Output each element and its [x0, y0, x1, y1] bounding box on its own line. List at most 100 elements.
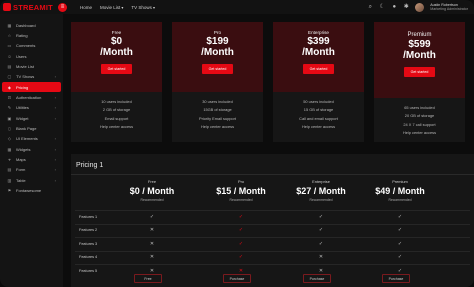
pricing-card-pro: Pro $199 /Month Get started 30 users inc… [172, 22, 263, 142]
card-feature: Help center access [99, 123, 134, 129]
sidebar-item-widgets[interactable]: ▦ Widgets › [2, 144, 61, 154]
card-feature: 24 X 7 call support [403, 121, 436, 127]
sidebar-item-table[interactable]: ▥ Table › [2, 175, 61, 185]
card-feature: Email support [104, 115, 129, 121]
check-icon: ✓ [397, 240, 403, 247]
sidebar-item-dashboard[interactable]: ▦ Dashboard [2, 20, 61, 30]
card-price: $199 [206, 36, 229, 47]
top-nav: Home Movie List TV Shows [80, 5, 155, 10]
cross-icon: ✕ [149, 254, 155, 261]
lock-icon: ⊡ [7, 95, 12, 101]
feature-name: Features 1 [79, 214, 98, 219]
nav-tv-shows[interactable]: TV Shows [131, 5, 155, 10]
pricing-table-panel: Pricing 1 Free $0 / Month Recommended Pro $1… [71, 154, 474, 287]
sidebar-item-widget[interactable]: ▣ Widget › [2, 113, 61, 123]
sidebar-item-maps[interactable]: ⌖ Maps › [2, 154, 61, 164]
grid-icon: ▦ [7, 146, 12, 152]
sidebar-item-label: Fontawesome [16, 188, 42, 194]
widget-icon: ▣ [7, 115, 12, 121]
film-icon: ▤ [7, 64, 12, 70]
card-feature: 65 users included [404, 105, 435, 110]
sidebar-item-label: Utilities [16, 105, 29, 111]
card-plan-name: Pro [213, 30, 222, 35]
sidebar-item-comments[interactable]: ▭ Comments [2, 41, 61, 51]
sidebar-item-ui-elements[interactable]: ◇ UI Elements › [2, 134, 61, 144]
settings-icon[interactable]: ✱ [403, 4, 409, 10]
feature-name: Features 2 [79, 228, 98, 233]
sidebar-item-rating[interactable]: ☆ Rating [2, 30, 61, 40]
sidebar-item-pricing[interactable]: ◈ Pricing [2, 82, 61, 93]
avatar[interactable] [415, 2, 425, 12]
cross-icon: ✕ [238, 267, 244, 274]
tag-icon: ◈ [7, 84, 12, 90]
main-content: Free $0 /Month Get started 10 users incl… [63, 14, 474, 287]
check-icon: ✓ [149, 213, 155, 220]
card-feature: Help center access [200, 123, 235, 129]
purchase-button[interactable]: Purchase [303, 274, 331, 283]
moon-icon[interactable]: ☾ [379, 4, 385, 10]
flag-icon: ⚑ [7, 188, 12, 194]
sidebar-item-utilities[interactable]: ✎ Utilities › [2, 103, 61, 113]
sidebar-item-tv-shows[interactable]: ▢ TV Shows › [2, 72, 61, 82]
card-feature: Help center access [301, 123, 336, 129]
column-header: Free $0 / Month Recommended [122, 179, 182, 202]
table-row: Features 4 ✕ ✓ ✕ ✓ [75, 250, 470, 264]
pricing-card-free: Free $0 /Month Get started 10 users incl… [71, 22, 162, 142]
sidebar-item-label: Pricing [16, 84, 29, 90]
layers-icon: ◇ [7, 136, 12, 142]
chevron-right-icon: › [54, 146, 56, 152]
card-feature: 15GB of storage [203, 107, 232, 113]
check-icon: ✓ [397, 213, 403, 220]
sidebar-item-users[interactable]: ☺ Users [2, 51, 61, 61]
sidebar-item-label: Widget [16, 115, 29, 121]
purchase-button[interactable]: Purchase [223, 274, 251, 283]
column-plan-name: Premium [392, 179, 408, 184]
card-feature: 20 GB of storage [404, 113, 435, 119]
chevron-right-icon: › [54, 74, 56, 80]
chevron-right-icon: › [54, 95, 56, 101]
get-started-button[interactable]: Get started [303, 64, 334, 74]
sidebar-item-label: Dashboard [16, 22, 36, 28]
brand[interactable]: STREAMIT [0, 3, 66, 12]
chevron-right-icon: › [54, 105, 56, 111]
card-feature: 15 GB of storage [303, 107, 334, 113]
sidebar-item-fontawesome[interactable]: ⚑ Fontawesome [2, 186, 61, 196]
sidebar-item-label: Form [16, 167, 26, 173]
sidebar-item-label: Blank Page [16, 126, 37, 132]
get-started-button[interactable]: Get started [101, 64, 132, 74]
get-started-button[interactable]: Get started [202, 64, 233, 74]
free-button[interactable]: Free [134, 274, 162, 283]
pricing-card-premium: Premium $599 /Month Get started 65 users… [374, 22, 465, 142]
sidebar: ▦ Dashboard ☆ Rating ▭ Comments ☺ Users ▤ Movie L… [0, 14, 63, 287]
user-info[interactable]: Austin Robertson Marketing Administrator [430, 3, 468, 12]
column-plan-name: Enterprise [312, 179, 330, 184]
panel-title: Pricing 1 [76, 162, 104, 169]
search-icon[interactable]: ⌕ [367, 4, 373, 10]
sidebar-item-authentication[interactable]: ⊡ Authentication › [2, 92, 61, 102]
card-price: $399 [307, 36, 330, 47]
card-feature: Priority Email support [199, 115, 236, 121]
bell-icon[interactable]: ● [391, 4, 397, 10]
get-started-button[interactable]: Get started [404, 67, 435, 77]
cross-icon: ✕ [149, 227, 155, 234]
table-row: Features 1 ✓ ✓ ✓ ✓ [75, 210, 470, 223]
nav-movie-list[interactable]: Movie List [100, 5, 123, 10]
sidebar-item-label: Rating [16, 33, 28, 39]
sidebar-item-blank-page[interactable]: ▯ Blank Page [2, 123, 61, 133]
purchase-button[interactable]: Purchase [382, 274, 410, 283]
check-icon: ✓ [318, 240, 324, 247]
cross-icon: ✕ [149, 240, 155, 247]
column-price: $15 / Month [216, 186, 266, 196]
column-header: Pro $15 / Month Recommended [211, 179, 271, 202]
check-icon: ✓ [397, 267, 403, 274]
brand-name: STREAMIT [13, 2, 53, 12]
hamburger-icon: ≡ [60, 4, 65, 10]
feature-name: Features 4 [79, 255, 98, 260]
nav-home[interactable]: Home [80, 5, 92, 10]
sidebar-item-movie-list[interactable]: ▤ Movie List [2, 61, 61, 71]
table-icon: ▥ [7, 177, 12, 183]
sidebar-item-form[interactable]: ▤ Form › [2, 165, 61, 175]
card-feature: 2 GB of storage [102, 107, 131, 113]
menu-toggle-button[interactable]: ≡ [58, 2, 67, 12]
logo-icon [3, 3, 11, 11]
